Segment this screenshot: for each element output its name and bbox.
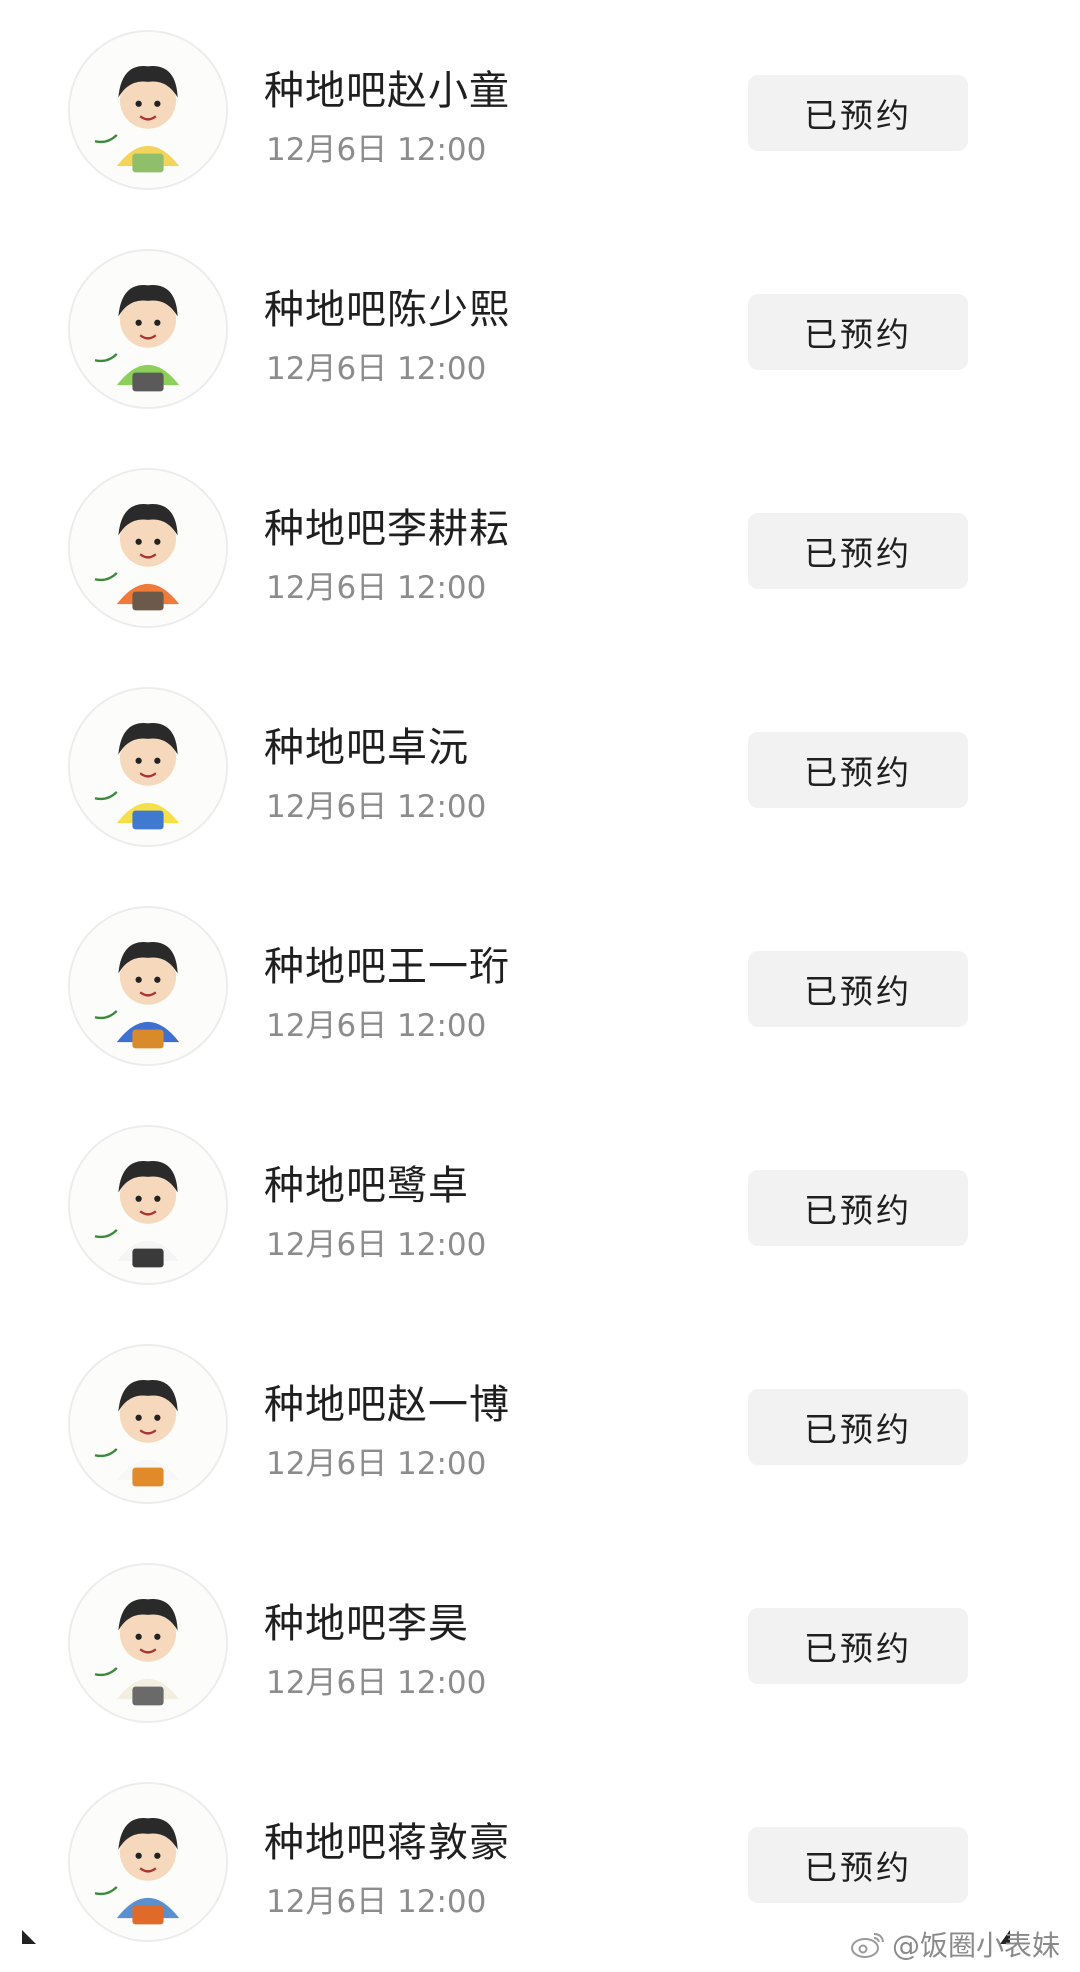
account-name: 种地吧卓沅 <box>264 725 469 771</box>
watermark-text: @饭圈小表妹 <box>891 1929 1060 1962</box>
avatar[interactable] <box>68 30 228 190</box>
reservation-time: 12月6日 12:00 <box>266 1008 487 1044</box>
account-name: 种地吧赵一博 <box>264 1382 510 1428</box>
reservation-time: 12月6日 12:00 <box>266 789 487 825</box>
reserved-button[interactable]: 已预约 <box>748 1608 968 1684</box>
reserved-button[interactable]: 已预约 <box>748 951 968 1027</box>
account-name: 种地吧陈少熙 <box>264 287 510 333</box>
avatar[interactable] <box>68 468 228 628</box>
reservation-time: 12月6日 12:00 <box>266 351 487 387</box>
list-item[interactable]: 种地吧赵一博 12月6日 12:00 已预约 <box>0 1314 1080 1534</box>
reserved-button[interactable]: 已预约 <box>748 513 968 589</box>
account-name: 种地吧李耕耘 <box>264 506 510 552</box>
list-item[interactable]: 种地吧卓沅 12月6日 12:00 已预约 <box>0 657 1080 877</box>
list-item[interactable]: 种地吧鹭卓 12月6日 12:00 已预约 <box>0 1095 1080 1315</box>
list-item[interactable]: 种地吧李耕耘 12月6日 12:00 已预约 <box>0 438 1080 658</box>
account-name: 种地吧赵小童 <box>264 68 510 114</box>
reserved-button[interactable]: 已预约 <box>748 75 968 151</box>
reservation-time: 12月6日 12:00 <box>266 1884 487 1920</box>
avatar[interactable] <box>68 1563 228 1723</box>
reserved-button[interactable]: 已预约 <box>748 1389 968 1465</box>
reservation-time: 12月6日 12:00 <box>266 1665 487 1701</box>
account-name: 种地吧鹭卓 <box>264 1163 469 1209</box>
reserved-button[interactable]: 已预约 <box>748 1170 968 1246</box>
reservation-time: 12月6日 12:00 <box>266 1227 487 1263</box>
reserved-button[interactable]: 已预约 <box>748 732 968 808</box>
reserved-button[interactable]: 已预约 <box>748 1827 968 1903</box>
list-item[interactable]: 种地吧李昊 12月6日 12:00 已预约 <box>0 1533 1080 1753</box>
list-item[interactable]: 种地吧赵小童 12月6日 12:00 已预约 <box>0 0 1080 220</box>
reservation-time: 12月6日 12:00 <box>266 132 487 168</box>
list-item[interactable]: 种地吧陈少熙 12月6日 12:00 已预约 <box>0 219 1080 439</box>
avatar[interactable] <box>68 1344 228 1504</box>
watermark: @饭圈小表妹 <box>850 1924 1060 1964</box>
reserved-button[interactable]: 已预约 <box>748 294 968 370</box>
avatar[interactable] <box>68 249 228 409</box>
avatar[interactable] <box>68 906 228 1066</box>
avatar[interactable] <box>68 687 228 847</box>
reservation-list: 种地吧赵小童 12月6日 12:00 已预约 种地吧陈少熙 12月6日 12:0… <box>0 0 1080 1972</box>
avatar[interactable] <box>68 1125 228 1285</box>
account-name: 种地吧李昊 <box>264 1601 469 1647</box>
corner-mark-left <box>22 1930 36 1944</box>
reservation-time: 12月6日 12:00 <box>266 570 487 606</box>
account-name: 种地吧王一珩 <box>264 944 510 990</box>
account-name: 种地吧蒋敦豪 <box>264 1820 510 1866</box>
list-item[interactable]: 种地吧王一珩 12月6日 12:00 已预约 <box>0 876 1080 1096</box>
avatar[interactable] <box>68 1782 228 1942</box>
reservation-time: 12月6日 12:00 <box>266 1446 487 1482</box>
weibo-icon <box>850 1933 884 1958</box>
